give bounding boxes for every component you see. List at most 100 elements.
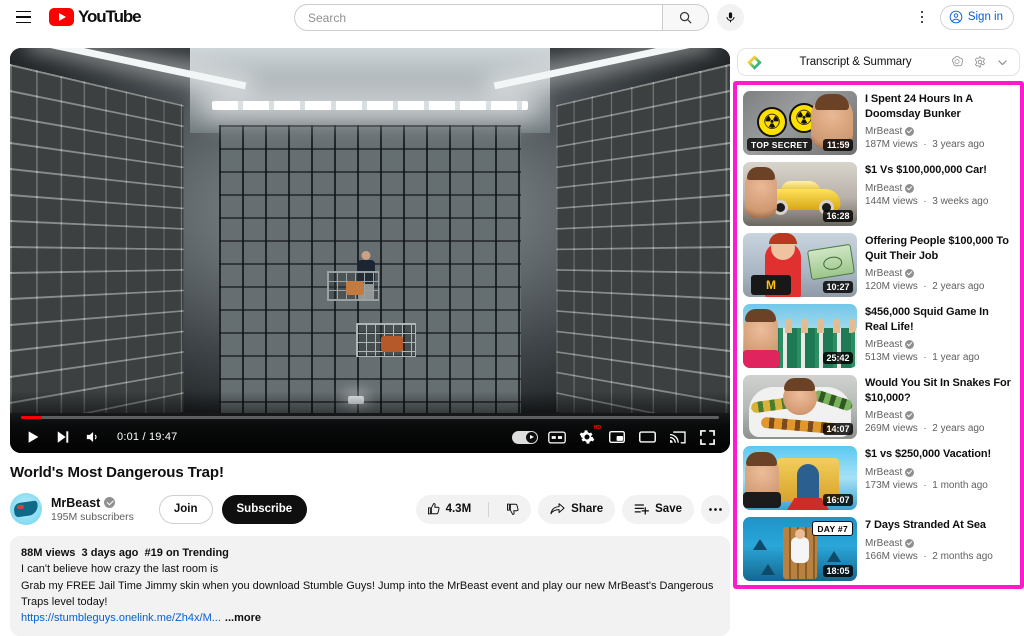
like-button[interactable]: 4.3M: [416, 495, 483, 524]
join-button[interactable]: Join: [158, 494, 213, 524]
video-thumbnail[interactable]: 14:07: [743, 375, 857, 439]
autoplay-toggle-button[interactable]: [508, 422, 542, 452]
volume-button[interactable]: [78, 422, 108, 452]
verified-badge-icon: [905, 269, 915, 279]
recommended-video-item[interactable]: 16:28 $1 Vs $100,000,000 Car! MrBeast 144M …: [741, 159, 1016, 230]
progress-bar[interactable]: [21, 416, 719, 419]
recommended-video-item[interactable]: TOP SECRET 11:59 I Spent 24 Hours In A Doo…: [741, 88, 1016, 159]
subscribe-button[interactable]: Subscribe: [221, 494, 308, 524]
cast-button[interactable]: [662, 422, 692, 452]
verified-badge-icon: [905, 340, 915, 350]
chevron-down-icon[interactable]: [994, 54, 1011, 71]
thumbs-down-icon: [507, 503, 519, 515]
recommended-video-channel[interactable]: MrBeast: [865, 410, 1014, 421]
recommended-video-title[interactable]: 7 Days Stranded At Sea: [865, 518, 1014, 533]
recommended-videos-frame[interactable]: TOP SECRET 11:59 I Spent 24 Hours In A Doo…: [733, 81, 1024, 589]
more-actions-button[interactable]: [701, 494, 730, 524]
recommended-video-item[interactable]: STRETCH I Bought 250 BANNED Amazon Produc…: [741, 585, 1016, 589]
recommended-video-channel[interactable]: MrBeast: [865, 339, 1014, 350]
settings-button[interactable]: HD: [572, 422, 602, 452]
search-box[interactable]: [294, 4, 662, 31]
video-info: $1 Vs $100,000,000 Car! MrBeast 144M views…: [865, 162, 1014, 226]
play-icon: [28, 431, 38, 443]
recommended-video-channel[interactable]: MrBeast: [865, 467, 1014, 478]
recommended-video-title[interactable]: Would You Sit In Snakes For $10,000?: [865, 376, 1014, 405]
recommended-video-item[interactable]: 14:07 Would You Sit In Snakes For $10,000…: [741, 372, 1016, 443]
verified-badge-icon: [905, 467, 915, 477]
channel-name: MrBeast: [51, 495, 101, 510]
ceiling-lights: [211, 100, 529, 110]
recommended-videos-list: TOP SECRET 11:59 I Spent 24 Hours In A Doo…: [737, 85, 1020, 589]
video-thumbnail[interactable]: DAY #7 18:05: [743, 517, 857, 581]
theater-mode-button[interactable]: [632, 422, 662, 452]
youtube-wordmark: YouTube: [78, 7, 142, 26]
show-more-button[interactable]: ...more: [225, 612, 261, 624]
volume-icon: [86, 432, 96, 442]
video-player[interactable]: 0:01 / 19:47 HD: [10, 48, 730, 453]
video-thumbnail[interactable]: TOP SECRET 11:59: [743, 91, 857, 155]
like-dislike-group: 4.3M: [415, 494, 532, 524]
save-button[interactable]: Save: [622, 494, 694, 524]
video-description[interactable]: 88M views 3 days ago #19 on Trending I c…: [10, 536, 730, 636]
video-duration: 25:42: [822, 352, 853, 364]
video-thumbnail[interactable]: 16:28: [743, 162, 857, 226]
player-controls: 0:01 / 19:47 HD: [10, 421, 730, 453]
hamburger-menu-icon[interactable]: [6, 0, 40, 34]
search-icon: [679, 11, 692, 24]
recommended-video-channel[interactable]: MrBeast: [865, 538, 1014, 549]
recommended-video-title[interactable]: $456,000 Squid Game In Real Life!: [865, 305, 1014, 334]
channel-row: MrBeast 195M subscribers Join Subscribe …: [10, 493, 730, 525]
account-circle-icon: [949, 10, 963, 24]
channel-name-row[interactable]: MrBeast: [51, 496, 134, 510]
recommended-video-channel[interactable]: MrBeast: [865, 268, 1014, 279]
recommended-video-item[interactable]: 10:27 Offering People $100,000 To Quit Th…: [741, 230, 1016, 301]
share-button[interactable]: Share: [538, 494, 616, 524]
save-playlist-icon: [634, 504, 650, 515]
openai-logo-icon[interactable]: [948, 54, 965, 71]
youtube-logo[interactable]: YouTube: [49, 7, 142, 27]
play-button[interactable]: [18, 422, 48, 452]
channel-label: MrBeast: [865, 182, 903, 194]
channel-meta: MrBeast 195M subscribers: [51, 496, 134, 523]
theater-mode-icon: [638, 431, 656, 443]
description-line-2: Grab my FREE Jail Time Jimmy skin when y…: [21, 579, 714, 608]
recommended-video-title[interactable]: $1 vs $250,000 Vacation!: [865, 447, 1014, 462]
recommended-video-title[interactable]: Offering People $100,000 To Quit Their J…: [865, 234, 1014, 263]
recommended-video-item[interactable]: 16:07 $1 vs $250,000 Vacation! MrBeast 173M…: [741, 443, 1016, 514]
video-duration: 16:07: [822, 494, 853, 506]
channel-label: MrBeast: [865, 466, 903, 478]
channel-avatar[interactable]: [10, 493, 42, 525]
share-arrow-icon: [550, 503, 565, 515]
save-label: Save: [655, 503, 682, 515]
description-link[interactable]: https://stumbleguys.onelink.me/Zh4x/M...: [21, 612, 221, 624]
recommended-video-channel[interactable]: MrBeast: [865, 183, 1014, 194]
search-input[interactable]: [308, 10, 662, 25]
miniplayer-button[interactable]: [602, 422, 632, 452]
video-info: $1 vs $250,000 Vacation! MrBeast 173M view…: [865, 446, 1014, 510]
video-duration: 18:05: [822, 565, 853, 577]
search-area: [294, 4, 744, 31]
quality-hd-badge: HD: [593, 425, 601, 431]
dislike-button[interactable]: [495, 495, 531, 524]
more-vertical-icon[interactable]: [908, 3, 936, 31]
header-right-actions: Sign in: [908, 0, 1014, 34]
fullscreen-button[interactable]: [692, 422, 722, 452]
recommended-video-title[interactable]: I Spent 24 Hours In A Doomsday Bunker: [865, 92, 1014, 121]
sign-in-button[interactable]: Sign in: [939, 4, 1014, 30]
recommended-video-channel[interactable]: MrBeast: [865, 126, 1014, 137]
video-thumbnail[interactable]: 10:27: [743, 233, 857, 297]
next-video-button[interactable]: [48, 422, 78, 452]
recommended-video-item[interactable]: 25:42 $456,000 Squid Game In Real Life! Mr…: [741, 301, 1016, 372]
video-thumbnail[interactable]: 25:42: [743, 304, 857, 368]
panel-settings-gear-icon[interactable]: [971, 54, 988, 71]
video-thumbnail[interactable]: STRETCH: [743, 588, 857, 589]
video-actions: 4.3M Share Save: [415, 494, 730, 524]
search-button[interactable]: [662, 4, 709, 31]
recommended-video-stats: 144M views · 3 weeks ago: [865, 195, 989, 207]
captions-button[interactable]: [542, 422, 572, 452]
recommended-video-title[interactable]: $1 Vs $100,000,000 Car!: [865, 163, 1014, 178]
video-thumbnail[interactable]: 16:07: [743, 446, 857, 510]
voice-search-button[interactable]: [717, 4, 744, 31]
recommended-video-item[interactable]: DAY #7 18:05 7 Days Stranded At Sea MrBeast…: [741, 514, 1016, 585]
secondary-column: Transcript & Summary TOP SECRET 11:59 I Sp…: [733, 48, 1024, 595]
